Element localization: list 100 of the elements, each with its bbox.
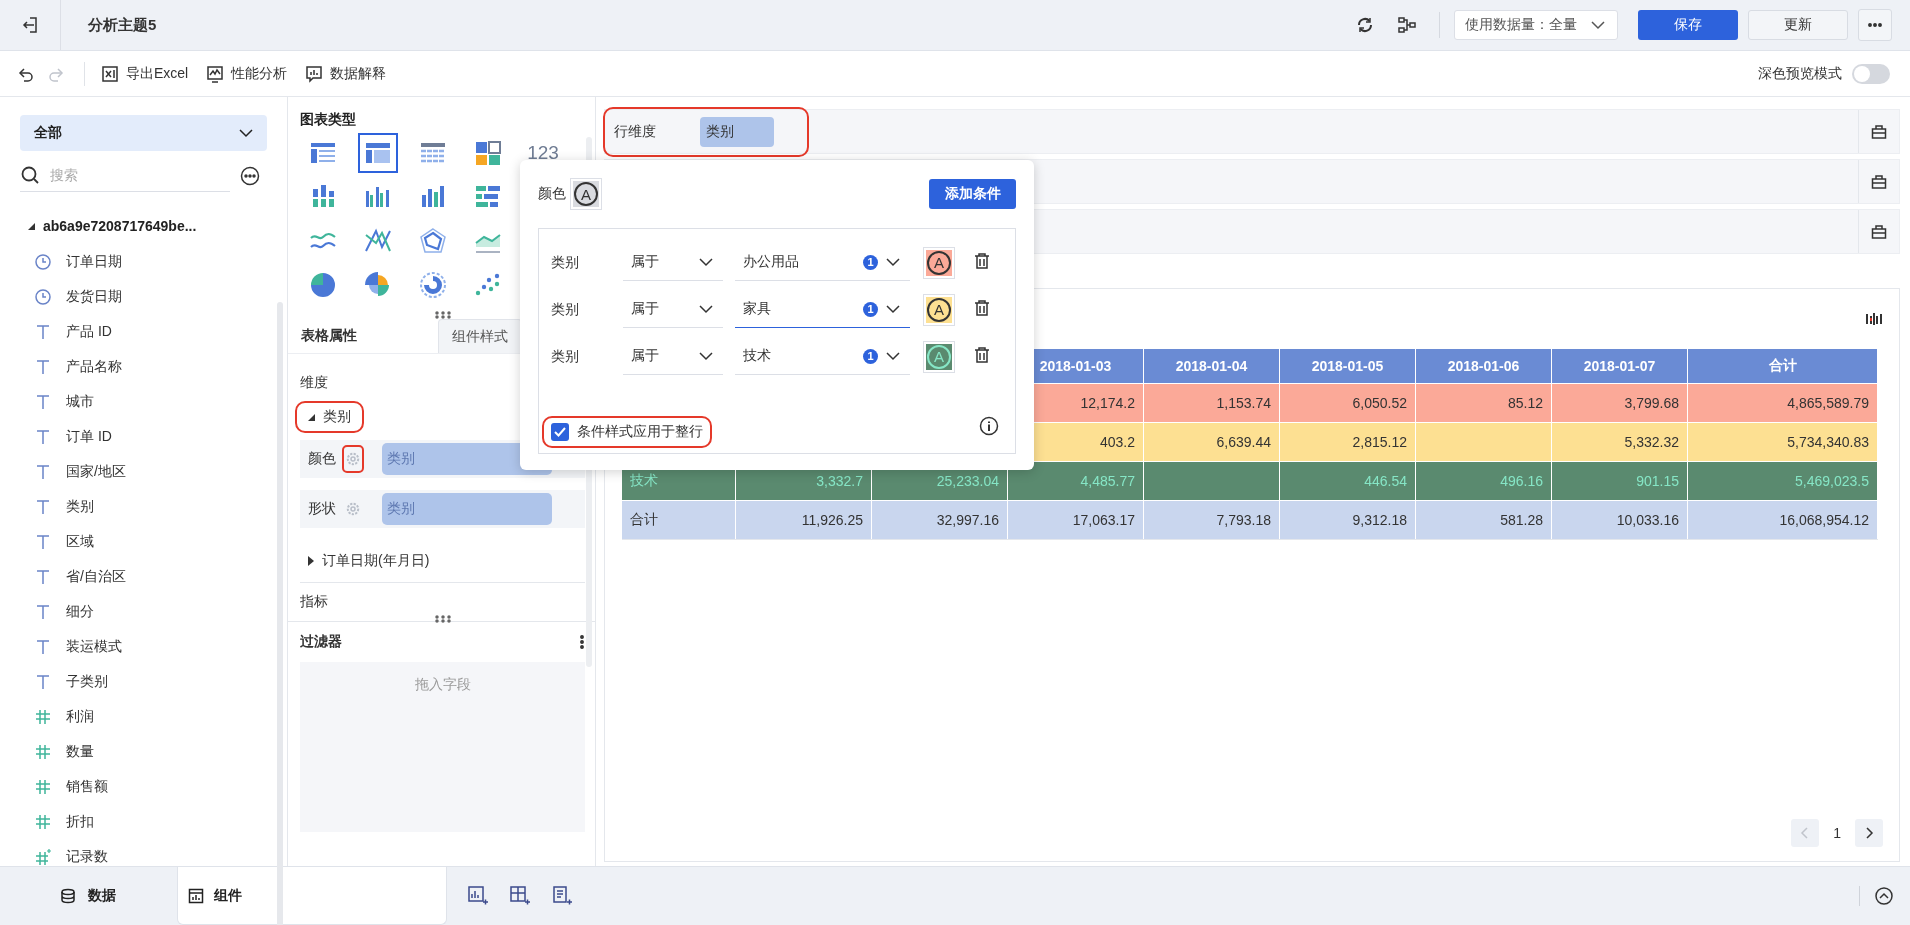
- text-type-icon: [34, 322, 52, 341]
- table-cell: 5,332.32: [1552, 423, 1688, 461]
- table-cell: 581.28: [1416, 501, 1552, 539]
- trash-icon[interactable]: [973, 346, 991, 364]
- toolbar-button[interactable]: 性能分析: [206, 64, 288, 83]
- table-cell: 5,469,023.5: [1688, 462, 1878, 500]
- field-item[interactable]: 产品 ID: [66, 322, 112, 341]
- panel-tab[interactable]: 组件样式: [438, 319, 522, 353]
- lineage-icon[interactable]: [1397, 15, 1417, 35]
- collapse-up-icon[interactable]: [1874, 886, 1894, 906]
- column-header: 2018-01-06: [1416, 349, 1552, 383]
- bottom-tab[interactable]: 数据: [0, 867, 177, 925]
- text-type-icon: [34, 357, 52, 376]
- toolbox-icon[interactable]: [1871, 173, 1887, 190]
- count-badge: 1: [863, 254, 878, 270]
- exit-icon[interactable]: [21, 15, 39, 35]
- condition-field: 类别: [551, 300, 623, 319]
- field-item[interactable]: 装运模式: [66, 637, 122, 656]
- chart-window-icon: [188, 887, 204, 904]
- bottom-tab[interactable]: 组件: [177, 867, 447, 925]
- refresh-icon[interactable]: [1355, 15, 1375, 35]
- search-icon: [20, 165, 40, 185]
- chart-settings-icon[interactable]: [1865, 311, 1883, 327]
- operator-select[interactable]: 属于: [623, 291, 723, 328]
- page-title: 分析主题5: [88, 15, 157, 35]
- table-cell: 1,153.74: [1144, 384, 1280, 422]
- table-cell: 9,312.18: [1280, 501, 1416, 539]
- operator-select[interactable]: 属于: [623, 338, 723, 375]
- table-cell: 3,799.68: [1552, 384, 1688, 422]
- table-cell: 4,865,589.79: [1688, 384, 1878, 422]
- table-cell: 6,639.44: [1144, 423, 1280, 461]
- dataset-item[interactable]: ab6a9e7208717649be...: [20, 208, 203, 244]
- panel-tab[interactable]: 表格属性: [288, 319, 438, 353]
- table-cell: 6,050.52: [1280, 384, 1416, 422]
- value-select[interactable]: 家具 1: [735, 291, 910, 328]
- dimension-item[interactable]: 订单日期(年月日): [300, 550, 438, 572]
- info-icon[interactable]: [979, 416, 999, 436]
- drag-handle-icon[interactable]: [434, 311, 451, 319]
- database-icon: [60, 888, 76, 904]
- table-cell: 901.15: [1552, 462, 1688, 500]
- value-select[interactable]: 技术 1: [735, 338, 910, 375]
- more-icon[interactable]: [240, 165, 260, 186]
- trash-icon[interactable]: [973, 299, 991, 317]
- text-type-icon: [34, 567, 52, 586]
- field-item[interactable]: 子类别: [66, 672, 108, 691]
- field-item[interactable]: 细分: [66, 602, 94, 621]
- drag-handle-icon[interactable]: [434, 615, 451, 623]
- field-item[interactable]: 类别: [66, 497, 94, 516]
- text-type-icon: [34, 532, 52, 551]
- gear-icon[interactable]: [342, 445, 364, 473]
- kebab-icon[interactable]: [579, 635, 585, 649]
- field-item[interactable]: 折扣: [66, 812, 94, 831]
- checkbox-label[interactable]: 条件样式应用于整行: [577, 423, 703, 441]
- clock-icon: [34, 252, 52, 271]
- field-item[interactable]: 数量: [66, 742, 94, 761]
- trash-icon[interactable]: [973, 252, 991, 270]
- field-pill[interactable]: 类别: [700, 116, 774, 147]
- channel-label: 颜色: [308, 450, 336, 468]
- table-cell: 496.16: [1416, 462, 1552, 500]
- field-item[interactable]: 销售额: [66, 777, 108, 796]
- toolbar-button[interactable]: 导出Excel: [101, 64, 189, 83]
- page-number[interactable]: 1: [1833, 825, 1841, 841]
- text-type-icon: [34, 462, 52, 481]
- field-item[interactable]: 记录数: [66, 847, 108, 866]
- data-volume-select[interactable]: 使用数据量：全量: [1454, 10, 1618, 40]
- field-item[interactable]: 区域: [66, 532, 94, 551]
- checkbox-row[interactable]: 条件样式应用于整行: [547, 421, 707, 443]
- color-swatch[interactable]: A: [570, 178, 602, 210]
- toolbox-icon[interactable]: [1871, 223, 1887, 240]
- table-cell: 5,734,340.83: [1688, 423, 1878, 461]
- field-item[interactable]: 城市: [66, 392, 94, 411]
- dark-preview-label: 深色预览模式: [1758, 64, 1842, 83]
- operator-select[interactable]: 属于: [623, 244, 723, 281]
- table-cell: 11,926.25: [736, 501, 872, 539]
- add-text-icon[interactable]: [551, 885, 573, 907]
- field-item[interactable]: 产品名称: [66, 357, 122, 376]
- crosstab-chart-icon[interactable]: [358, 133, 398, 173]
- text-type-icon: [34, 392, 52, 411]
- field-item[interactable]: 省/自治区: [66, 567, 126, 586]
- search-field[interactable]: 搜索: [48, 166, 202, 184]
- field-item[interactable]: 发货日期: [66, 287, 122, 306]
- add-table-icon[interactable]: [509, 885, 531, 907]
- condition-field: 类别: [551, 253, 623, 272]
- toolbar-button[interactable]: 数据解释: [305, 64, 387, 83]
- field-item[interactable]: 订单 ID: [66, 427, 112, 446]
- field-item[interactable]: 国家/地区: [66, 462, 126, 481]
- dimension-item[interactable]: 类别: [300, 406, 359, 428]
- save-button[interactable]: 保存: [1638, 10, 1738, 40]
- value-select[interactable]: 办公用品 1: [735, 244, 910, 281]
- update-button[interactable]: 更新: [1748, 10, 1848, 40]
- field-item[interactable]: 利润: [66, 707, 94, 726]
- toolbox-icon[interactable]: [1871, 123, 1887, 140]
- dark-preview-toggle[interactable]: [1852, 63, 1890, 84]
- add-condition-button[interactable]: 添加条件: [929, 179, 1016, 209]
- field-item[interactable]: 订单日期: [66, 252, 122, 271]
- scope-dropdown[interactable]: 全部: [20, 115, 267, 151]
- column-header: 合计: [1688, 349, 1878, 383]
- checkbox[interactable]: [551, 423, 569, 441]
- add-chart-icon[interactable]: [467, 885, 489, 907]
- number-chart-button[interactable]: 123: [523, 141, 563, 165]
